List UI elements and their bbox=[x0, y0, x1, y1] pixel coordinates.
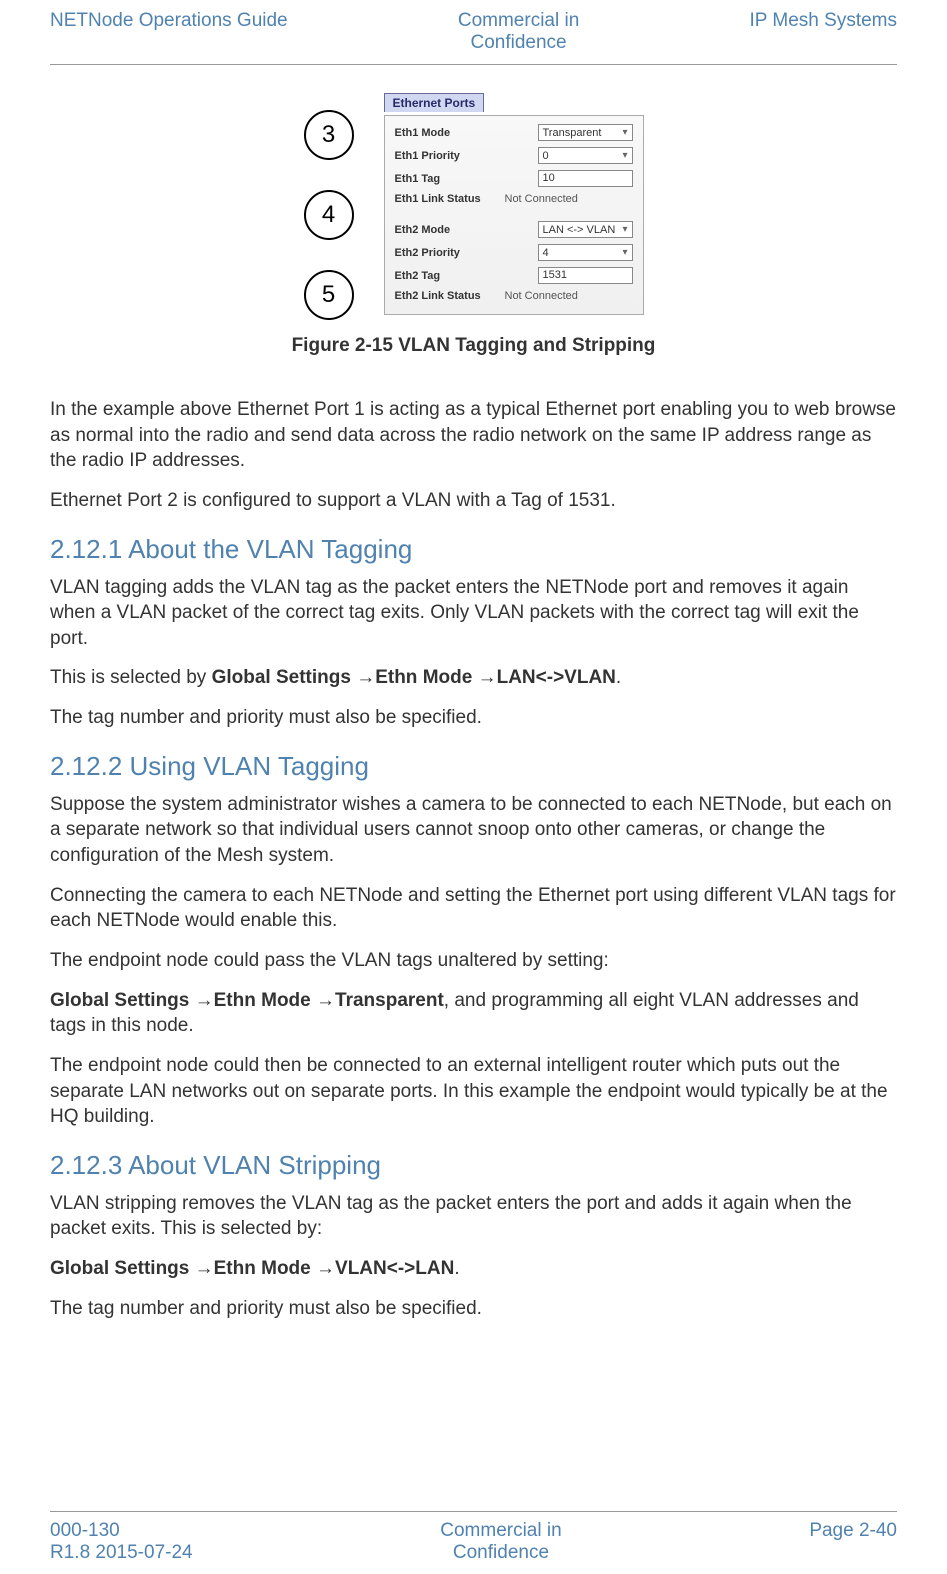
page-footer: 000-130 R1.8 2015-07-24 Commercial in Co… bbox=[50, 1511, 897, 1564]
paragraph: The tag number and priority must also be… bbox=[50, 1296, 897, 1322]
arrow-right-icon: → bbox=[195, 990, 214, 1011]
eth2-link-status-value: Not Connected bbox=[495, 290, 633, 302]
callout-3: 3 bbox=[304, 110, 354, 160]
header-center-line2: Confidence bbox=[458, 32, 579, 54]
eth2-priority-select[interactable]: 4▾ bbox=[538, 244, 633, 261]
eth2-mode-label: Eth2 Mode bbox=[395, 224, 495, 236]
arrow-right-icon: → bbox=[356, 667, 375, 688]
paragraph: Global Settings →Ethn Mode →Transparent,… bbox=[50, 988, 897, 1039]
paragraph: This is selected by Global Settings →Eth… bbox=[50, 665, 897, 691]
eth1-mode-label: Eth1 Mode bbox=[395, 127, 495, 139]
arrow-right-icon: → bbox=[316, 1258, 335, 1279]
paragraph: VLAN stripping removes the VLAN tag as t… bbox=[50, 1191, 897, 1242]
figure-vlan-tagging: 3 4 5 Ethernet Ports Eth1 Mode Transpare… bbox=[304, 95, 644, 320]
page-header: NETNode Operations Guide Commercial in C… bbox=[50, 0, 897, 65]
ethernet-ports-panel: Eth1 Mode Transparent▾ Eth1 Priority 0▾ … bbox=[384, 115, 644, 315]
arrow-right-icon: → bbox=[195, 1258, 214, 1279]
page-number: Page 2-40 bbox=[809, 1520, 897, 1542]
paragraph: The endpoint node could then be connecte… bbox=[50, 1053, 897, 1130]
paragraph: In the example above Ethernet Port 1 is … bbox=[50, 397, 897, 474]
body-content: In the example above Ethernet Port 1 is … bbox=[50, 397, 897, 1321]
callout-circles: 3 4 5 bbox=[304, 95, 354, 320]
heading-using-vlan-tagging: 2.12.2 Using VLAN Tagging bbox=[50, 751, 897, 782]
figure-wrap: 3 4 5 Ethernet Ports Eth1 Mode Transpare… bbox=[50, 95, 897, 320]
eth1-priority-select[interactable]: 0▾ bbox=[538, 147, 633, 164]
eth2-tag-label: Eth2 Tag bbox=[395, 270, 495, 282]
eth1-priority-label: Eth1 Priority bbox=[395, 150, 495, 162]
arrow-right-icon: → bbox=[316, 990, 335, 1011]
paragraph: Global Settings →Ethn Mode →VLAN<->LAN. bbox=[50, 1256, 897, 1282]
heading-about-vlan-stripping: 2.12.3 About VLAN Stripping bbox=[50, 1150, 897, 1181]
header-left: NETNode Operations Guide bbox=[50, 10, 288, 32]
ethernet-ports-tab: Ethernet Ports bbox=[384, 93, 485, 112]
paragraph: The endpoint node could pass the VLAN ta… bbox=[50, 948, 897, 974]
paragraph: Suppose the system administrator wishes … bbox=[50, 792, 897, 869]
eth1-tag-input[interactable]: 10 bbox=[538, 170, 633, 187]
eth2-tag-input[interactable]: 1531 bbox=[538, 267, 633, 284]
eth1-mode-select[interactable]: Transparent▾ bbox=[538, 124, 633, 141]
eth1-tag-label: Eth1 Tag bbox=[395, 173, 495, 185]
doc-number: 000-130 bbox=[50, 1520, 193, 1542]
eth1-link-status-value: Not Connected bbox=[495, 193, 633, 205]
heading-about-vlan-tagging: 2.12.1 About the VLAN Tagging bbox=[50, 534, 897, 565]
paragraph: VLAN tagging adds the VLAN tag as the pa… bbox=[50, 575, 897, 652]
chevron-down-icon: ▾ bbox=[622, 150, 627, 161]
paragraph: Connecting the camera to each NETNode an… bbox=[50, 883, 897, 934]
paragraph: Ethernet Port 2 is configured to support… bbox=[50, 488, 897, 514]
eth2-link-status-label: Eth2 Link Status bbox=[395, 290, 495, 302]
chevron-down-icon: ▾ bbox=[622, 224, 627, 235]
chevron-down-icon: ▾ bbox=[622, 127, 627, 138]
eth2-mode-select[interactable]: LAN <-> VLAN▾ bbox=[538, 221, 633, 238]
eth1-link-status-label: Eth1 Link Status bbox=[395, 193, 495, 205]
figure-caption: Figure 2-15 VLAN Tagging and Stripping bbox=[50, 335, 897, 357]
doc-revision-date: R1.8 2015-07-24 bbox=[50, 1542, 193, 1564]
header-center: Commercial in Confidence bbox=[458, 10, 579, 54]
header-right: IP Mesh Systems bbox=[750, 10, 897, 32]
chevron-down-icon: ▾ bbox=[622, 247, 627, 258]
arrow-right-icon: → bbox=[478, 667, 497, 688]
header-center-line1: Commercial in bbox=[458, 10, 579, 32]
callout-4: 4 bbox=[304, 190, 354, 240]
eth2-priority-label: Eth2 Priority bbox=[395, 247, 495, 259]
footer-right: Page 2-40 bbox=[809, 1520, 897, 1542]
paragraph: The tag number and priority must also be… bbox=[50, 705, 897, 731]
callout-5: 5 bbox=[304, 270, 354, 320]
footer-left: 000-130 R1.8 2015-07-24 bbox=[50, 1520, 193, 1564]
footer-center: Commercial in Confidence bbox=[440, 1520, 561, 1564]
